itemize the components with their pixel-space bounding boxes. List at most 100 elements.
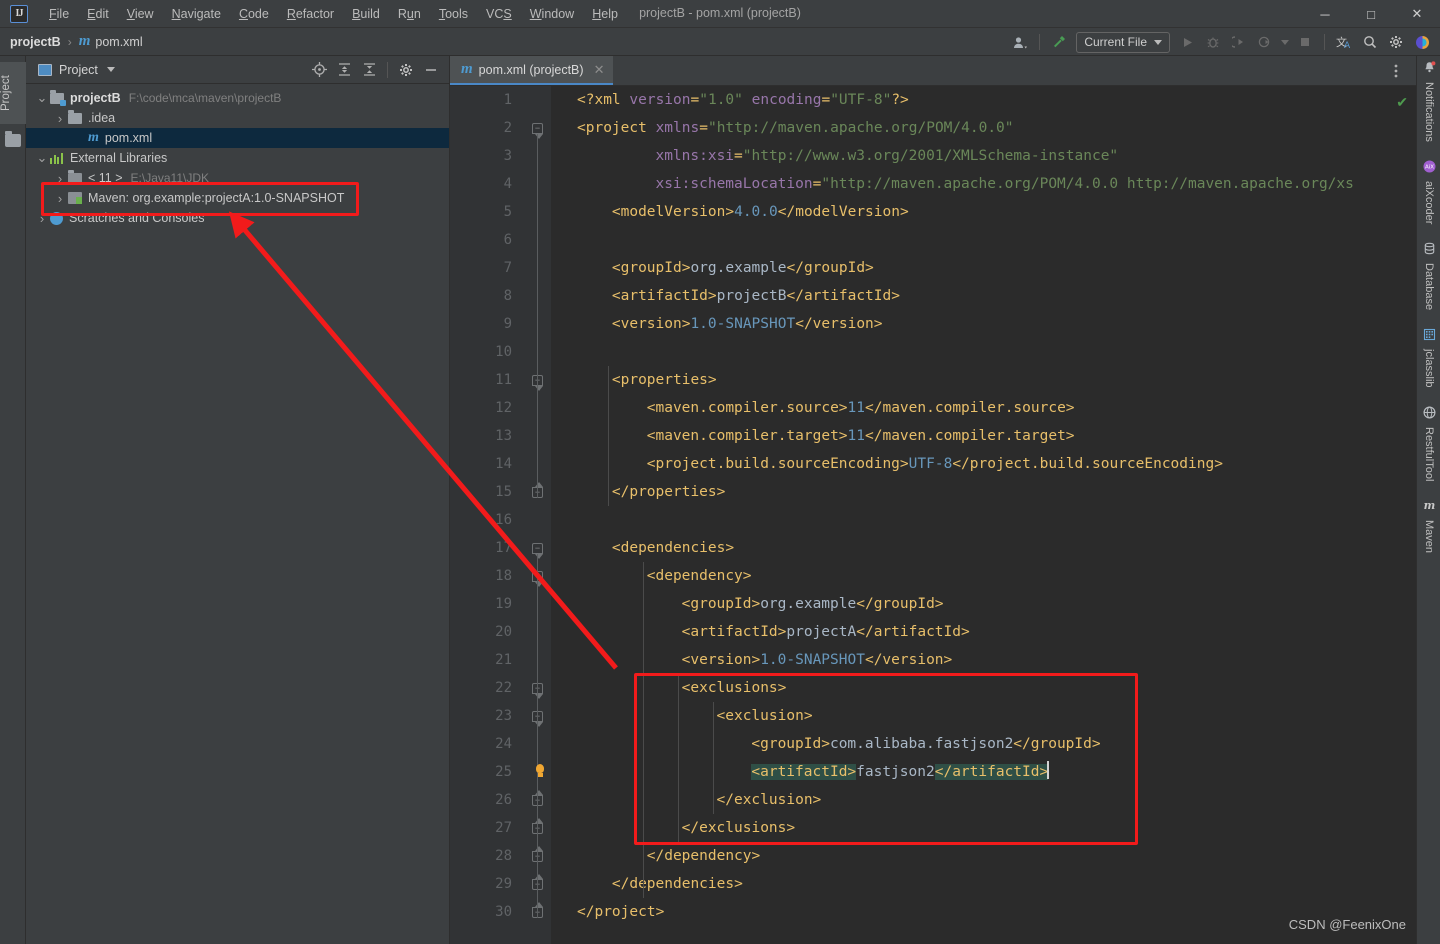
intention-bulb-icon[interactable] [533,764,547,780]
code-line-14[interactable]: <project.build.sourceEncoding>UTF-8</pro… [551,450,1223,478]
fold-connector-line [537,554,538,918]
tool-window-tab-notifications[interactable]: Notifications [1417,56,1440,147]
inspection-status-icon[interactable]: ✔ [1396,94,1408,111]
chevron-right-icon[interactable]: › [34,211,50,226]
hide-panel-icon[interactable] [419,59,443,81]
tool-window-tab-project[interactable]: Project [0,62,26,124]
code-line-8[interactable]: <artifactId>projectB</artifactId> [551,282,900,310]
user-avatar-icon[interactable] [1008,31,1032,53]
code-line-29[interactable]: </dependencies> [551,870,743,898]
menu-item-refactor[interactable]: Refactor [278,4,343,24]
menu-item-help[interactable]: Help [583,4,627,24]
stop-icon[interactable] [1293,31,1317,53]
code-line-9[interactable]: <version>1.0-SNAPSHOT</version> [551,310,883,338]
chevron-down-icon[interactable]: ⌄ [34,91,50,104]
chevron-right-icon[interactable]: › [52,111,68,126]
tree-node-scratches-and-consoles[interactable]: › Scratches and Consoles [26,208,449,228]
more-options-icon[interactable] [1384,60,1408,82]
code-line-23[interactable]: <exclusion> [551,702,813,730]
breadcrumb-file[interactable]: pom.xml [95,35,142,49]
code-line-30[interactable]: </project> [551,898,664,926]
code-line-24[interactable]: <groupId>com.alibaba.fastjson2</groupId> [551,730,1100,758]
code-token: "1.0" [699,92,743,108]
tool-window-tab-jclasslib[interactable]: jclasslib [1417,323,1440,393]
code-line-3[interactable]: xmlns:xsi="http://www.w3.org/2001/XMLSch… [551,142,1118,170]
menu-item-file[interactable]: File [40,4,78,24]
profiler-dropdown-icon[interactable] [1279,31,1291,53]
run-configuration-selector[interactable]: Current File [1076,31,1170,53]
code-line-20[interactable]: <artifactId>projectA</artifactId> [551,618,970,646]
tool-window-tab-maven[interactable]: m Maven [1417,494,1440,558]
code-line-1[interactable]: <?xml version="1.0" encoding="UTF-8"?> [551,86,909,114]
close-button[interactable]: ✕ [1394,0,1440,28]
tool-window-tab-database[interactable]: Database [1417,237,1440,315]
search-everywhere-icon[interactable] [1358,31,1382,53]
tree-node-11[interactable]: › < 11 > E:\Java11\JDK [26,168,449,188]
menu-item-code[interactable]: Code [230,4,278,24]
menu-item-view[interactable]: View [118,4,163,24]
collapse-all-icon[interactable] [357,59,381,81]
menu-item-navigate[interactable]: Navigate [163,4,230,24]
code-line-19[interactable]: <groupId>org.example</groupId> [551,590,944,618]
minimize-button[interactable]: ─ [1302,0,1348,28]
folder-icon[interactable] [5,131,21,147]
code-editor[interactable]: −−−−−−−−−−−− 123456789101112131415161718… [450,86,1416,944]
run-icon[interactable] [1175,31,1199,53]
code-line-2[interactable]: <project xmlns="http://maven.apache.org/… [551,114,1014,142]
editor-tab-pom-xml[interactable]: m pom.xml (projectB) ✕ [450,56,614,85]
code-line-16[interactable] [551,506,577,534]
profiler-icon[interactable] [1253,31,1277,53]
menu-item-vcs[interactable]: VCS [477,4,521,24]
settings-gear-icon[interactable] [394,59,418,81]
build-hammer-icon[interactable] [1047,31,1071,53]
select-opened-file-icon[interactable] [307,59,331,81]
code-line-4[interactable]: xsi:schemaLocation="http://maven.apache.… [551,170,1353,198]
maximize-button[interactable]: □ [1348,0,1394,28]
fold-expand-marker[interactable]: − [532,543,543,559]
tree-node-pom-xml[interactable]: m pom.xml [26,128,449,148]
tree-node-external-libraries[interactable]: ⌄ External Libraries [26,148,449,168]
run-with-coverage-icon[interactable] [1227,31,1251,53]
code-line-7[interactable]: <groupId>org.example</groupId> [551,254,874,282]
chevron-right-icon[interactable]: › [52,191,68,206]
expand-all-icon[interactable] [332,59,356,81]
code-line-17[interactable]: <dependencies> [551,534,734,562]
chevron-right-icon[interactable]: › [52,171,68,186]
breadcrumb-project[interactable]: projectB [10,35,61,49]
tool-window-tab-aixcoder[interactable]: AiX aiXcoder [1417,155,1440,229]
menu-item-build[interactable]: Build [343,4,389,24]
debug-icon[interactable] [1201,31,1225,53]
code-line-22[interactable]: <exclusions> [551,674,787,702]
code-line-15[interactable]: </properties> [551,478,726,506]
fold-expand-marker[interactable]: − [532,123,543,139]
code-line-21[interactable]: <version>1.0-SNAPSHOT</version> [551,646,953,674]
fold-column[interactable]: −−−−−−−−−−−− [518,86,551,944]
code-line-28[interactable]: </dependency> [551,842,761,870]
code-line-6[interactable] [551,226,577,254]
code-line-26[interactable]: </exclusion> [551,786,822,814]
code-line-18[interactable]: <dependency> [551,562,752,590]
code-line-5[interactable]: <modelVersion>4.0.0</modelVersion> [551,198,909,226]
tree-node-maven-org-example-projecta-1-0-snapshot[interactable]: › Maven: org.example:projectA:1.0-SNAPSHO… [26,188,449,208]
menu-item-tools[interactable]: Tools [430,4,477,24]
code-line-10[interactable] [551,338,577,366]
close-icon[interactable]: ✕ [594,62,605,78]
settings-gear-icon[interactable] [1384,31,1408,53]
chevron-down-icon[interactable]: ⌄ [34,151,50,164]
code-line-25[interactable]: <artifactId>fastjson2</artifactId> [551,758,1049,786]
menu-item-window[interactable]: Window [521,4,583,24]
code-line-11[interactable]: <properties> [551,366,717,394]
tree-node-idea[interactable]: › .idea [26,108,449,128]
code-line-13[interactable]: <maven.compiler.target>11</maven.compile… [551,422,1075,450]
ai-assistant-icon[interactable] [1410,31,1434,53]
tool-window-tab-restfultool[interactable]: RestfulTool [1417,401,1440,486]
chevron-down-icon[interactable] [106,67,115,72]
main-toolbar: Current File 文A [1008,28,1434,56]
menu-item-run[interactable]: Run [389,4,430,24]
translate-icon[interactable]: 文A [1332,31,1356,53]
code-line-12[interactable]: <maven.compiler.source>11</maven.compile… [551,394,1075,422]
source-code[interactable]: <?xml version="1.0" encoding="UTF-8"?> <p… [551,86,1416,944]
tree-node-projectb[interactable]: ⌄ projectB F:\code\mca\maven\projectB [26,88,449,108]
code-line-27[interactable]: </exclusions> [551,814,796,842]
menu-item-edit[interactable]: Edit [78,4,118,24]
